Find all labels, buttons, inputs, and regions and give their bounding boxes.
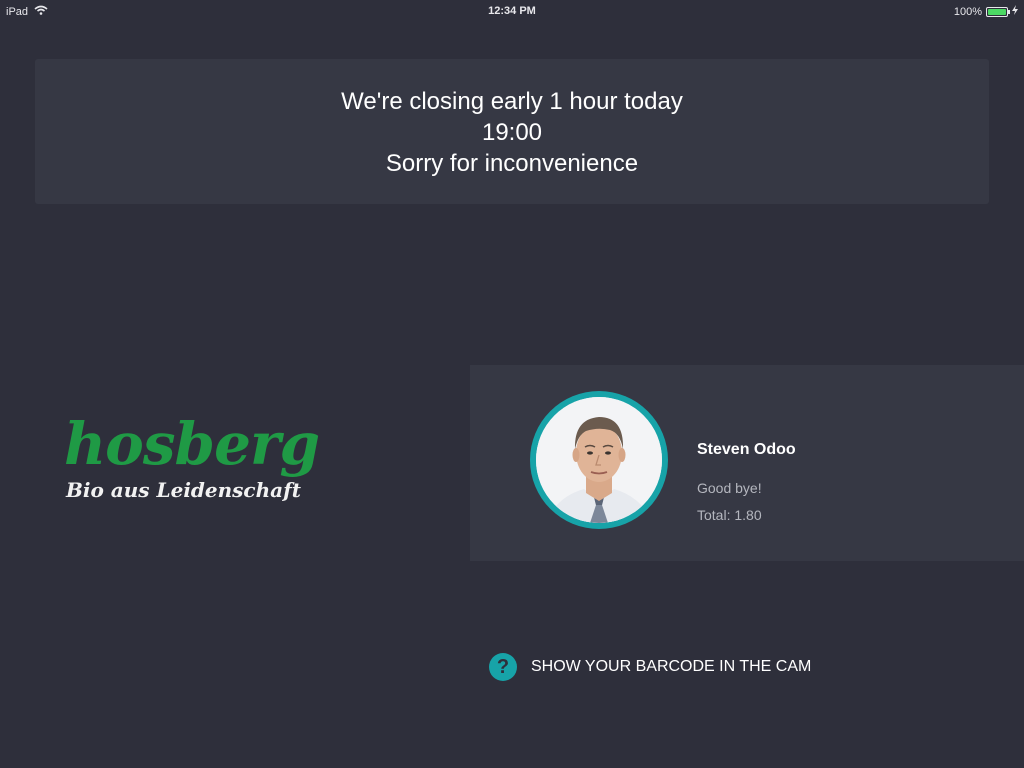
customer-message: Good bye! bbox=[697, 480, 762, 496]
status-bar: iPad 12:34 PM 100% bbox=[0, 0, 1024, 22]
battery-icon bbox=[986, 6, 1010, 17]
announcement-line-3: Sorry for inconvenience bbox=[385, 150, 639, 177]
announcement-line-2: 19:00 bbox=[481, 119, 543, 146]
battery-percent: 100% bbox=[953, 5, 982, 18]
status-bar-right: 100% bbox=[954, 5, 1018, 18]
help-icon[interactable]: ? bbox=[489, 653, 517, 681]
charging-icon bbox=[1012, 5, 1018, 18]
status-time: 12:34 PM bbox=[488, 5, 536, 17]
avatar bbox=[530, 391, 668, 529]
announcement-banner: We're closing early 1 hour today 19:00 S… bbox=[35, 59, 989, 204]
barcode-hint-text: SHOW YOUR BARCODE IN THE CAM bbox=[531, 658, 812, 675]
logo-tagline: Bio aus Leidenschaft bbox=[66, 478, 301, 502]
customer-name: Steven Odoo bbox=[697, 441, 796, 458]
battery-fill bbox=[988, 8, 1006, 15]
customer-card: Steven Odoo Good bye! Total: 1.80 bbox=[470, 365, 1024, 561]
barcode-hint: ? SHOW YOUR BARCODE IN THE CAM bbox=[489, 653, 811, 681]
company-logo: hosberg Bio aus Leidenschaft bbox=[64, 412, 374, 512]
customer-total: Total: 1.80 bbox=[697, 507, 762, 523]
logo-wordmark: hosberg bbox=[64, 410, 320, 478]
avatar-photo bbox=[536, 397, 662, 523]
announcement-line-1: We're closing early 1 hour today bbox=[341, 88, 683, 115]
